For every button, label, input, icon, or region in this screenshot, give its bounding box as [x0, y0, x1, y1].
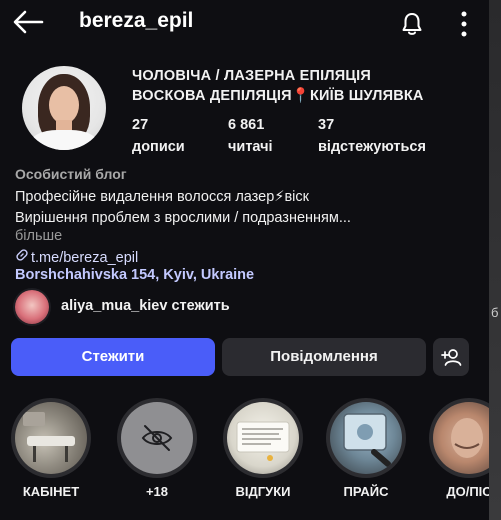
bio-more-link[interactable]: більше	[15, 228, 62, 244]
adjacent-window-text: б	[491, 305, 499, 320]
bell-icon	[402, 13, 422, 35]
profile-link-text: t.me/bereza_epil	[31, 250, 139, 266]
following-label: відстежуються	[318, 139, 426, 155]
highlight-cabinet-thumbnail	[15, 402, 87, 474]
arrow-left-icon	[13, 10, 44, 34]
highlight-cabinet-label: КАБІНЕТ	[22, 484, 80, 499]
highlight-reviews[interactable]	[223, 398, 303, 478]
highlight-price-label: ПРАЙС	[343, 484, 389, 499]
highlight-price-thumbnail	[330, 402, 402, 474]
profile-link[interactable]: t.me/bereza_epil	[15, 248, 138, 266]
bio-line-2: Вирішення проблем з врослими / подразнен…	[15, 210, 351, 226]
more-options-button[interactable]	[460, 10, 468, 38]
mutual-follower-avatar[interactable]	[15, 290, 49, 324]
posts-stat[interactable]: 27 дописи	[132, 114, 185, 158]
back-button[interactable]	[12, 9, 44, 35]
highlight-18plus-label: +18	[145, 484, 169, 499]
profile-avatar[interactable]	[22, 66, 106, 150]
adjacent-window-edge: б	[489, 0, 501, 520]
profile-location[interactable]: Borshchahivska 154, Kyiv, Ukraine	[15, 267, 254, 283]
eye-off-icon	[141, 425, 173, 451]
highlight-18plus-thumbnail	[121, 402, 193, 474]
profile-headline: ЧОЛОВІЧА / ЛАЗЕРНА ЕПІЛЯЦІЯ ВОСКОВА ДЕПІ…	[132, 66, 424, 106]
message-button[interactable]: Повідомлення	[222, 338, 426, 376]
profile-bio: Професійне видалення волосся лазер⚡віск …	[15, 187, 351, 229]
top-bar: bereza_epil	[0, 0, 489, 46]
notifications-button[interactable]	[401, 12, 423, 36]
profile-screen: bereza_epil ЧОЛОВІЧА / ЛАЗЕРНА ЕПІЛЯЦІЯ …	[0, 0, 501, 520]
highlight-cabinet[interactable]	[11, 398, 91, 478]
bio-line-1: Професійне видалення волосся лазер⚡віск	[15, 189, 309, 205]
posts-count: 27	[132, 117, 149, 133]
headline-line-2: ВОСКОВА ДЕПІЛЯЦІЯ📍КИЇВ ШУЛЯВКА	[132, 88, 424, 104]
suggested-users-button[interactable]	[433, 338, 469, 376]
headline-line-1: ЧОЛОВІЧА / ЛАЗЕРНА ЕПІЛЯЦІЯ	[132, 68, 372, 84]
more-vertical-icon	[461, 11, 467, 37]
highlight-price[interactable]	[326, 398, 406, 478]
follow-button[interactable]: Стежити	[11, 338, 215, 376]
profile-category: Особистий блог	[15, 166, 127, 182]
highlight-reviews-label: ВІДГУКИ	[235, 484, 291, 499]
followers-stat[interactable]: 6 861 читачі	[228, 114, 273, 158]
highlight-18plus[interactable]	[117, 398, 197, 478]
add-person-icon	[441, 349, 462, 366]
mutual-follower-text[interactable]: aliya_mua_kiev стежить	[61, 298, 230, 314]
link-icon	[15, 248, 31, 266]
following-count: 37	[318, 117, 335, 133]
followers-count: 6 861	[228, 117, 265, 133]
followers-label: читачі	[228, 139, 273, 155]
posts-label: дописи	[132, 139, 185, 155]
profile-username: bereza_epil	[79, 9, 194, 32]
highlight-reviews-thumbnail	[227, 402, 299, 474]
following-stat[interactable]: 37 відстежуються	[318, 114, 426, 158]
